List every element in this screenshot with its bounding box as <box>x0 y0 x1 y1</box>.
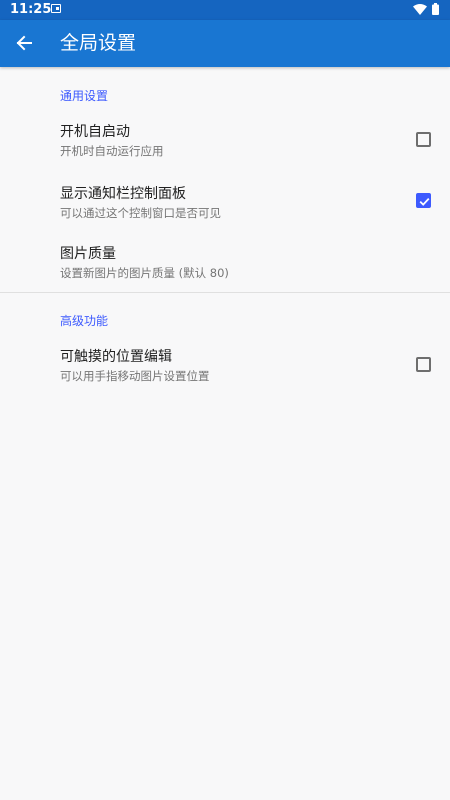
touch-position-edit-checkbox[interactable] <box>416 357 431 372</box>
arrow-back-icon <box>16 35 32 51</box>
pref-title: 可触摸的位置编辑 <box>60 349 172 365</box>
battery-icon <box>432 3 439 15</box>
status-time: 11:25 <box>10 2 52 17</box>
pref-show-notification-panel[interactable]: 显示通知栏控制面板 可以通过这个控制窗口是否可见 <box>0 183 450 241</box>
app-bar: 全局设置 <box>0 20 450 67</box>
page-title: 全局设置 <box>60 32 137 54</box>
pref-summary: 设置新图片的图片质量 (默认 80) <box>60 266 229 280</box>
notification-icon <box>51 4 61 13</box>
pref-summary: 可以用手指移动图片设置位置 <box>60 369 210 383</box>
pref-title: 开机自启动 <box>60 124 130 140</box>
section-header-general: 通用设置 <box>60 89 109 103</box>
pref-auto-start[interactable]: 开机自启动 开机时自动运行应用 <box>0 121 450 179</box>
status-bar: 11:25 <box>0 0 450 20</box>
check-icon <box>419 197 430 206</box>
pref-title: 图片质量 <box>60 246 116 262</box>
auto-start-checkbox[interactable] <box>416 132 431 147</box>
back-button[interactable] <box>8 26 40 60</box>
notification-panel-checkbox[interactable] <box>416 193 431 208</box>
pref-touch-position-edit[interactable]: 可触摸的位置编辑 可以用手指移动图片设置位置 <box>0 346 450 404</box>
wifi-icon <box>413 4 427 15</box>
pref-summary: 可以通过这个控制窗口是否可见 <box>60 206 221 220</box>
pref-title: 显示通知栏控制面板 <box>60 186 186 202</box>
section-header-advanced: 高级功能 <box>60 314 109 328</box>
section-divider <box>0 292 450 293</box>
pref-summary: 开机时自动运行应用 <box>60 144 164 158</box>
